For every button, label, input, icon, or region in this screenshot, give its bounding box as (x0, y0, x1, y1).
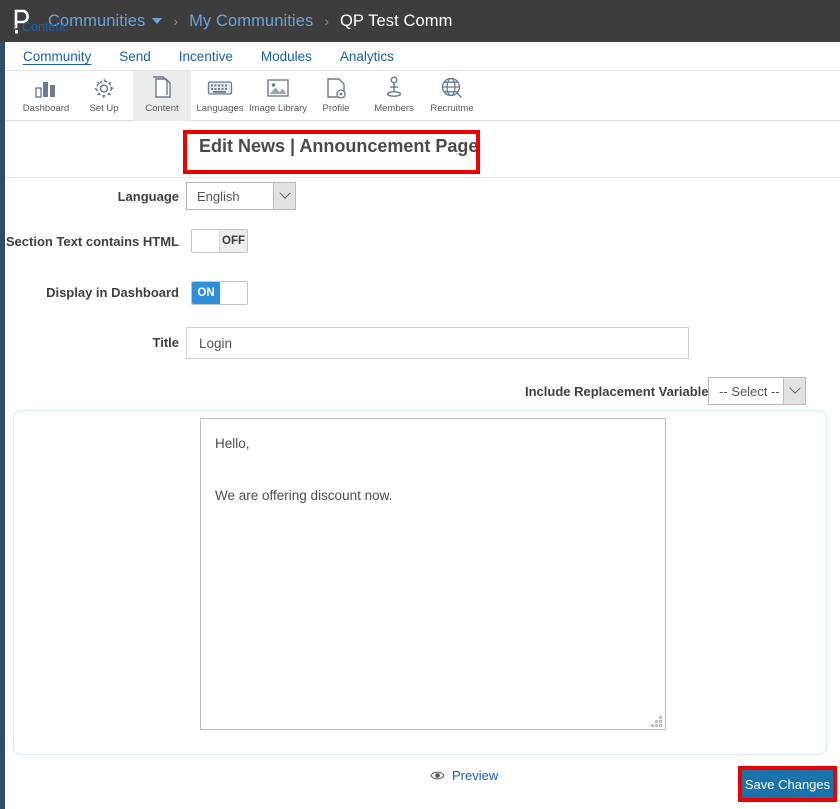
page-title: Edit News | Announcement Page (199, 136, 479, 156)
toolbar-label: Languages (196, 103, 244, 114)
toolbar-label: Content (145, 103, 179, 114)
toolbar-item-content[interactable]: Content (133, 71, 191, 121)
toolbar-item-dashboard[interactable]: Dashboard (17, 71, 75, 121)
breadcrumb-item-my-communities[interactable]: My Communities (189, 12, 313, 31)
toolbar-label: Profile (322, 103, 350, 114)
toggle-state-label: OFF (220, 230, 247, 252)
toolbar-item-members[interactable]: Members (365, 71, 423, 121)
back-link-label: Content (22, 20, 66, 34)
toolbar-item-image-library[interactable]: Image Library (249, 71, 307, 121)
preview-link[interactable]: Preview (430, 768, 498, 783)
title-label: Title (152, 335, 180, 350)
app-root: Communities › My Communities › QP Test C… (0, 0, 840, 809)
save-changes-button[interactable]: Save Changes (742, 770, 833, 798)
image-icon (266, 75, 290, 101)
chevron-down-icon[interactable] (273, 183, 295, 209)
tab-modules[interactable]: Modules (261, 49, 312, 64)
display-dashboard-toggle[interactable]: ON (191, 281, 248, 305)
toolbar-item-languages[interactable]: Languages (191, 71, 249, 121)
toolbar-item-profile[interactable]: Profile (307, 71, 365, 121)
breadcrumb-separator: › (324, 13, 329, 29)
title-input[interactable]: Login (186, 327, 689, 359)
toggle-knob (192, 230, 220, 252)
keyboard-icon (207, 75, 233, 101)
tab-send[interactable]: Send (119, 49, 151, 64)
profile-document-icon (325, 75, 347, 101)
tab-analytics[interactable]: Analytics (340, 49, 394, 64)
breadcrumb-separator: › (173, 13, 179, 29)
bar-chart-icon (34, 75, 58, 101)
section-html-label: Section Text contains HTML (5, 234, 179, 249)
replacement-variables-value: -- Select -- (719, 383, 780, 399)
toggle-knob (220, 282, 247, 304)
toolbar-item-recruitme[interactable]: Recruitme (423, 71, 481, 121)
toolbar-label: Dashboard (22, 103, 70, 114)
chevron-down-icon[interactable] (152, 18, 163, 25)
person-icon (384, 75, 404, 101)
tab-community[interactable]: Community (23, 49, 91, 64)
toggle-state-label: ON (192, 282, 220, 304)
eye-icon (430, 770, 445, 781)
pages-icon (151, 75, 173, 101)
language-label: Language (117, 189, 179, 204)
save-changes-label: Save Changes (744, 776, 831, 792)
section-icon-toolbar: Dashboard Set Up Content Languages Image… (5, 71, 840, 121)
toolbar-item-set-up[interactable]: Set Up (75, 71, 133, 121)
primary-nav-tabs: Community Send Incentive Modules Analyti… (5, 42, 840, 71)
section-text-editor[interactable]: Hello, We are offering discount now. (200, 418, 666, 730)
language-select-value: English (197, 188, 240, 204)
chevron-left-icon: ‹ (13, 20, 17, 34)
breadcrumb-item-current: QP Test Comm (340, 11, 453, 30)
display-dashboard-label: Display in Dashboard (46, 285, 179, 300)
replacement-variables-label: Include Replacement Variables: (525, 384, 721, 399)
toolbar-label: Set Up (89, 103, 119, 114)
section-html-toggle[interactable]: OFF (191, 229, 248, 253)
resize-grip-icon[interactable] (651, 716, 662, 727)
chevron-down-icon[interactable] (783, 378, 805, 404)
top-header-bar: Communities › My Communities › QP Test C… (0, 0, 840, 42)
toolbar-label: Image Library (248, 103, 308, 114)
globe-search-icon (440, 75, 464, 101)
preview-label: Preview (452, 768, 499, 783)
back-to-content-link[interactable]: ‹ Content (13, 20, 66, 34)
gear-icon (92, 75, 116, 101)
language-select[interactable]: English (186, 182, 296, 210)
tab-incentive[interactable]: Incentive (179, 49, 233, 64)
toolbar-label: Members (374, 103, 414, 114)
toolbar-label: Recruitme (430, 103, 474, 114)
replacement-variables-select[interactable]: -- Select -- (708, 377, 806, 405)
